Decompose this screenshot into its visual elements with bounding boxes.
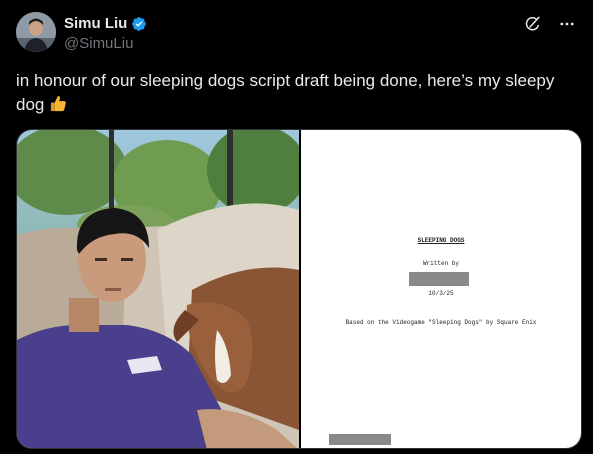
tweet-text: in honour of our sleeping dogs script dr… [16, 69, 577, 120]
author-names: Simu Liu @SimuLiu [64, 15, 147, 54]
media-grid: SLEEPING DOGS Written by 10/3/25 Based o… [16, 129, 582, 449]
photo-man-and-dog[interactable] [17, 130, 299, 448]
display-name-row: Simu Liu [64, 15, 147, 33]
more-icon[interactable] [557, 14, 577, 34]
script-title-page[interactable]: SLEEPING DOGS Written by 10/3/25 Based o… [301, 130, 581, 448]
written-by-label: Written by [422, 260, 459, 267]
grok-icon[interactable] [523, 14, 543, 34]
header-actions [523, 14, 577, 34]
redacted-footer [329, 434, 391, 445]
script-date: 10/3/25 [428, 290, 454, 297]
tweet-header: Simu Liu @SimuLiu [16, 12, 577, 56]
display-name[interactable]: Simu Liu [64, 15, 127, 33]
based-on-line: Based on the Videogame "Sleeping Dogs" b… [345, 319, 537, 326]
tweet-body: in honour of our sleeping dogs script dr… [16, 71, 555, 114]
avatar[interactable] [16, 12, 56, 52]
verified-badge-icon [131, 16, 147, 32]
handle[interactable]: @SimuLiu [64, 34, 147, 54]
script-title: SLEEPING DOGS [417, 237, 465, 244]
thumbs-up-emoji [49, 94, 68, 120]
redacted-author [409, 272, 469, 286]
